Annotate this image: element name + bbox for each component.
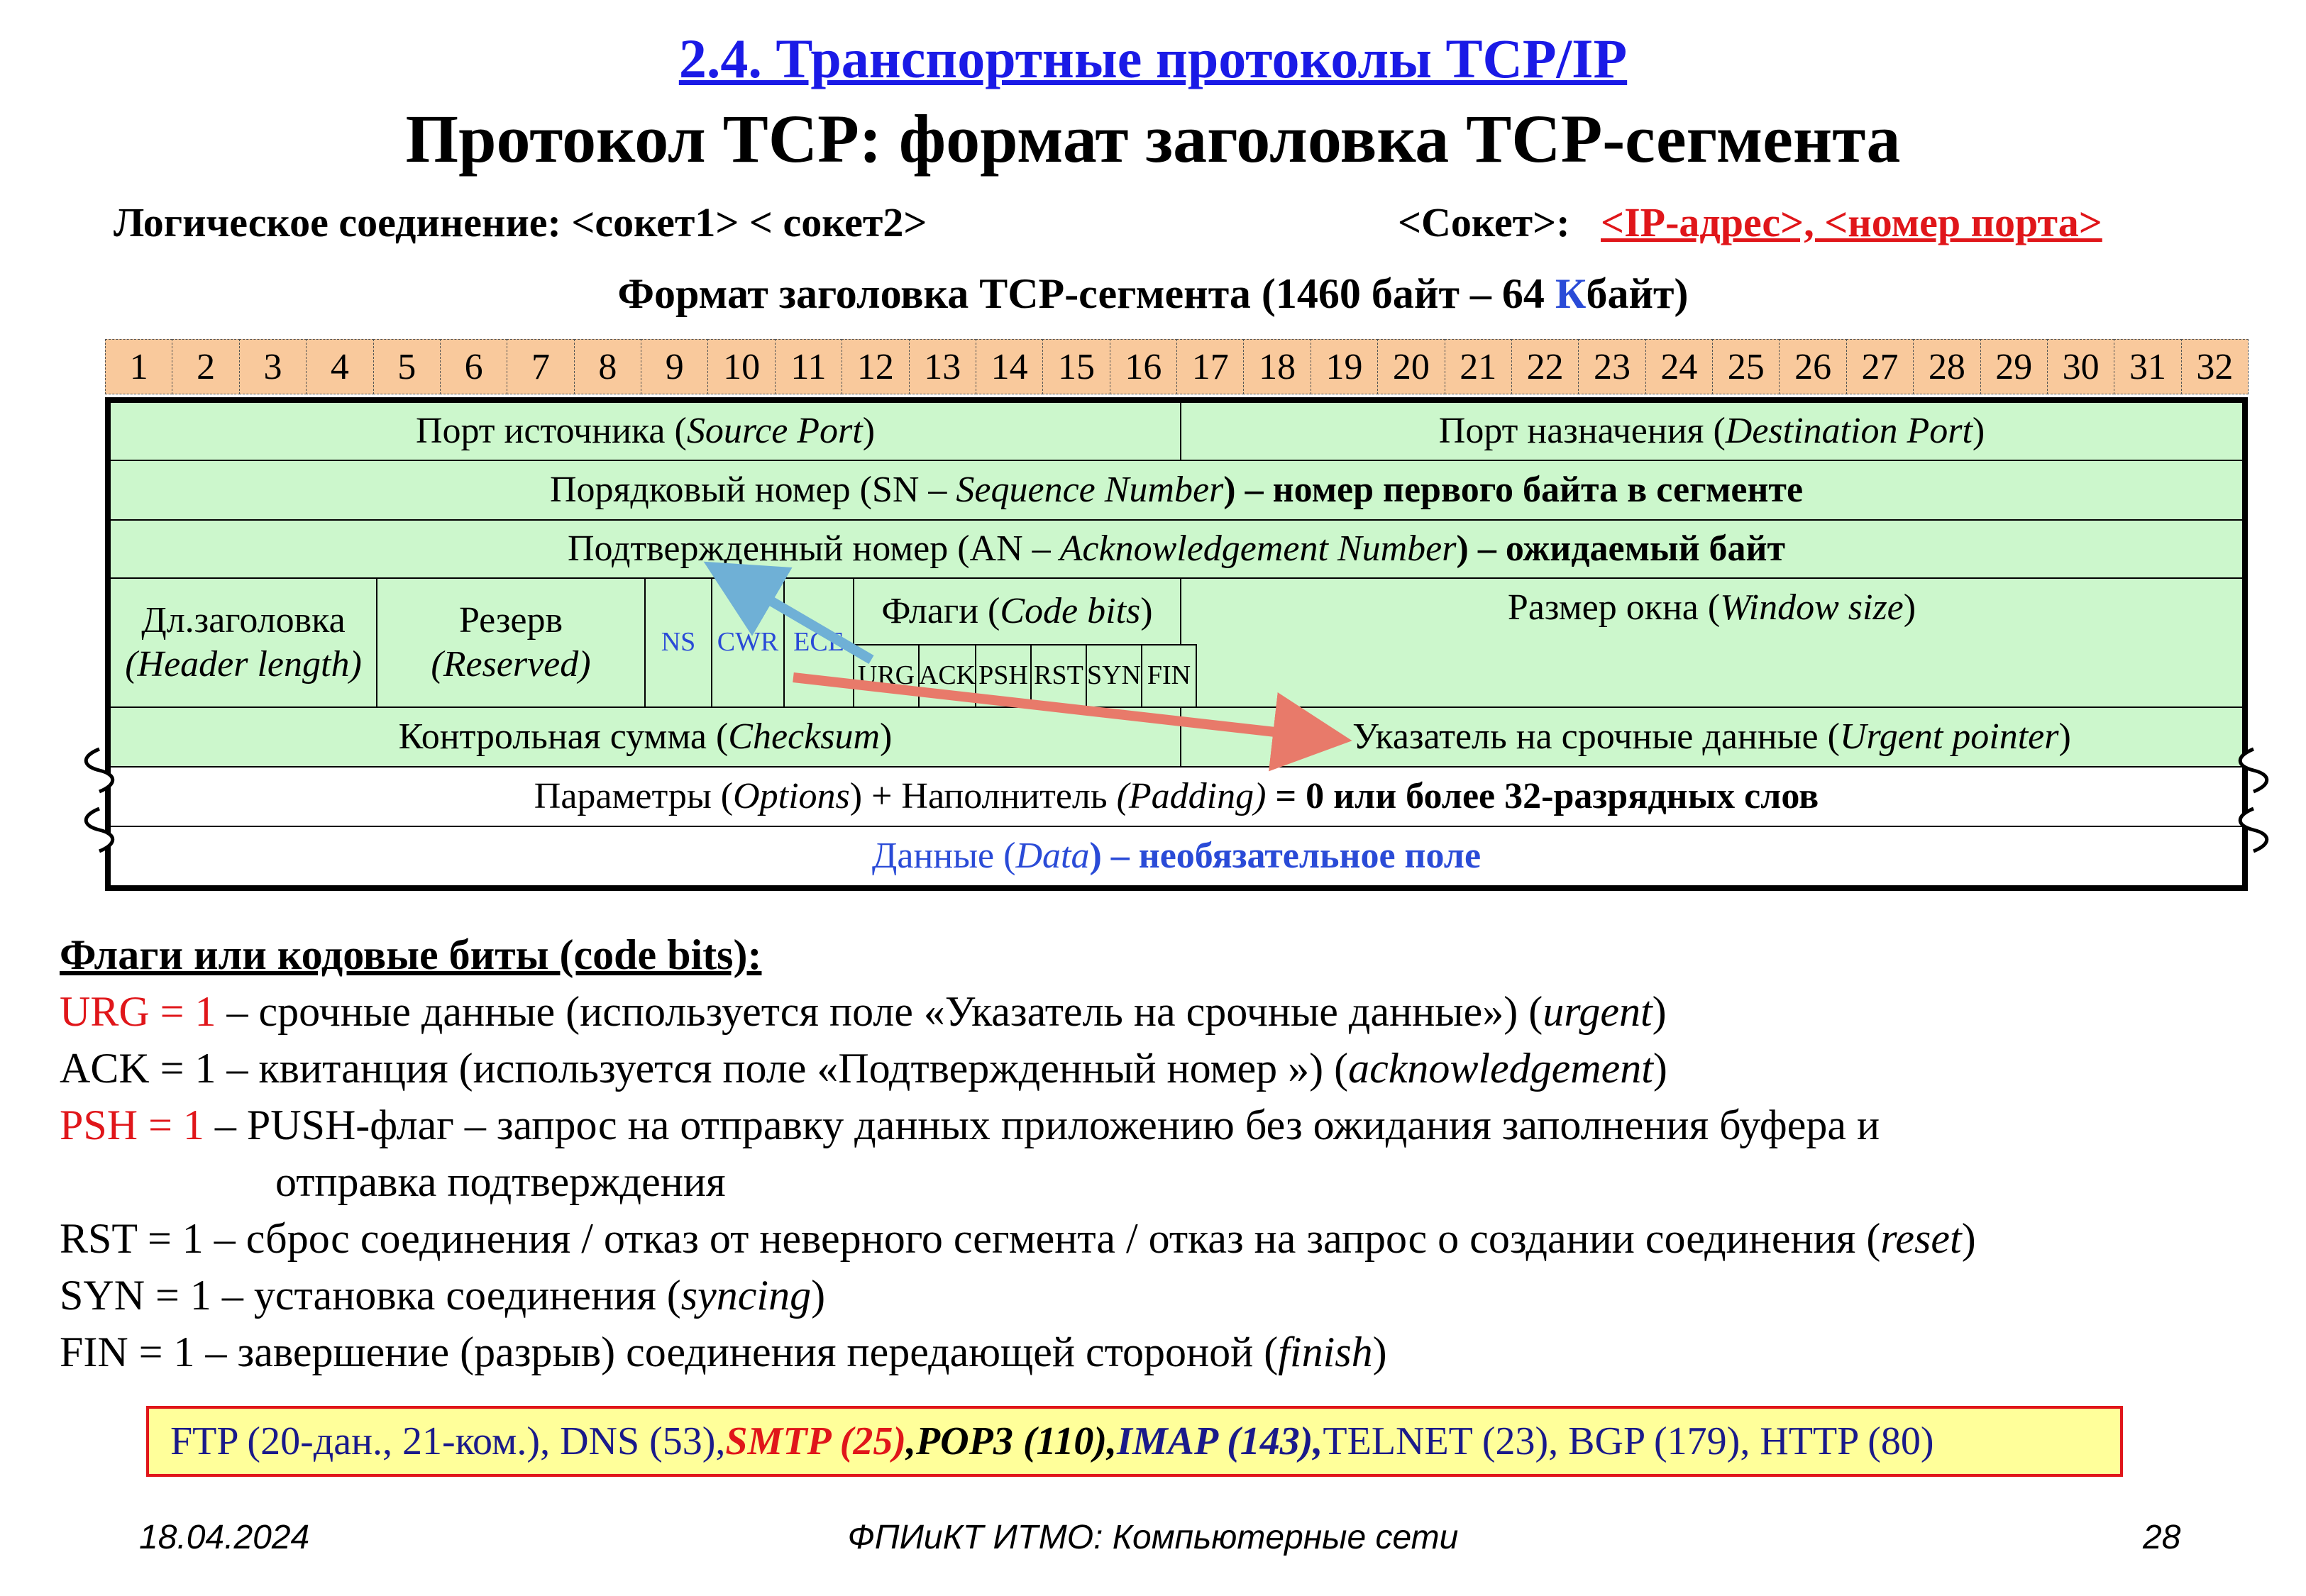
ack-close: ) bbox=[1653, 1045, 1667, 1092]
rst-en: reset bbox=[1880, 1215, 1962, 1262]
urg-arrow bbox=[793, 672, 1352, 772]
footer-title: ФПИиКТ ИТМО: Компьютерные сети bbox=[847, 1519, 1459, 1556]
ack-key: ACK = 1 bbox=[60, 1045, 216, 1092]
syn-en: syncing bbox=[680, 1272, 812, 1319]
ports-pop3: POP3 (110), bbox=[915, 1419, 1118, 1463]
rst-close: ) bbox=[1961, 1215, 1976, 1262]
ports-part2: TELNET (23), BGP (179), HTTP (80) bbox=[1323, 1419, 1934, 1463]
syn-close: ) bbox=[811, 1272, 826, 1319]
psh-text: – PUSH-флаг – запрос на отправку данных … bbox=[204, 1102, 1880, 1148]
ports-part1: FTP (20-дан., 21-ком.), DNS (53), bbox=[170, 1419, 726, 1463]
urg-close: ) bbox=[1652, 988, 1667, 1035]
flag-line-fin: FIN = 1 – завершение (разрыв) соединения… bbox=[60, 1328, 1387, 1377]
flag-line-urg: URG = 1 – срочные данные (используется п… bbox=[60, 987, 1667, 1036]
ports-comma: , bbox=[905, 1419, 916, 1463]
urg-en: urgent bbox=[1543, 988, 1653, 1035]
syn-key: SYN = 1 bbox=[60, 1272, 211, 1319]
break-marks bbox=[84, 747, 2269, 853]
flag-line-psh: PSH = 1 – PUSH-флаг – запрос на отправку… bbox=[60, 1101, 1880, 1150]
ack-arrow bbox=[703, 561, 874, 665]
fin-close: ) bbox=[1372, 1329, 1387, 1375]
fin-text: – завершение (разрыв) соединения передаю… bbox=[194, 1329, 1279, 1375]
footer-date: 18.04.2024 bbox=[139, 1519, 310, 1556]
page-number: 28 bbox=[2143, 1519, 2181, 1556]
rst-text: – сброс соединения / отказ от неверного … bbox=[203, 1215, 1881, 1262]
well-known-ports-box: FTP (20-дан., 21-ком.), DNS (53), SMTP (… bbox=[146, 1406, 2123, 1477]
ack-text: – квитанция (используется поле «Подтверж… bbox=[216, 1045, 1349, 1092]
psh-key: PSH = 1 bbox=[60, 1102, 204, 1148]
fin-key: FIN = 1 bbox=[60, 1329, 195, 1375]
ports-smtp: SMTP (25) bbox=[725, 1419, 906, 1463]
break-mark-right-2 bbox=[2238, 807, 2269, 853]
flag-line-syn: SYN = 1 – установка соединения (syncing) bbox=[60, 1271, 825, 1320]
break-mark-right-1 bbox=[2238, 747, 2269, 794]
urg-text: – срочные данные (используется поле «Ука… bbox=[216, 988, 1543, 1035]
syn-text: – установка соединения ( bbox=[211, 1272, 681, 1319]
urg-key: URG = 1 bbox=[60, 988, 216, 1035]
flag-line-rst: RST = 1 – сброс соединения / отказ от не… bbox=[60, 1214, 1976, 1263]
flag-line-ack: ACK = 1 – квитанция (используется поле «… bbox=[60, 1044, 1667, 1093]
rst-key: RST = 1 bbox=[60, 1215, 204, 1262]
fin-en: finish bbox=[1278, 1329, 1373, 1375]
flags-heading: Флаги или кодовые биты (code bits): bbox=[60, 931, 762, 978]
flag-line-psh-cont: отправка подтверждения bbox=[275, 1158, 726, 1205]
ports-imap: IMAP (143), bbox=[1117, 1419, 1323, 1463]
break-mark-left-1 bbox=[84, 747, 115, 794]
break-mark-left-2 bbox=[84, 807, 115, 853]
ack-en-word: acknowledgement bbox=[1348, 1045, 1653, 1092]
